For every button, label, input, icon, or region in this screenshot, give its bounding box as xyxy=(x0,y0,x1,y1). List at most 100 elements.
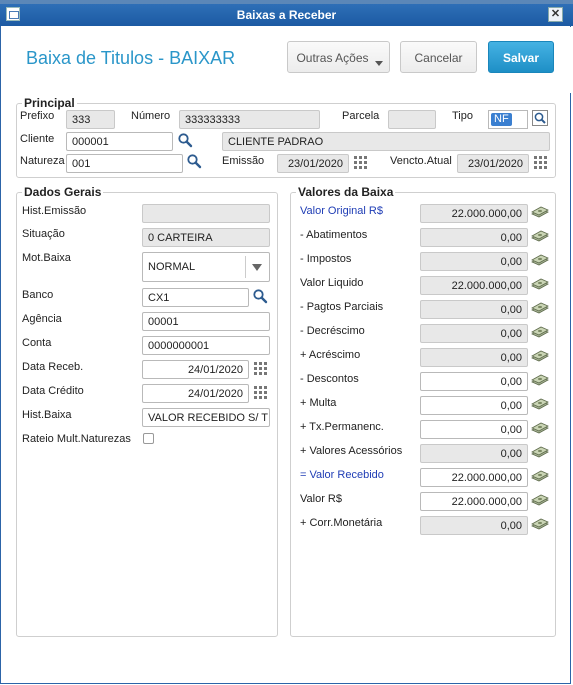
valores-row-label: Valor Liquido xyxy=(300,277,364,289)
valores-row-field[interactable]: 22.000.000,00 xyxy=(420,204,528,223)
valores-row-field[interactable]: 0,00 xyxy=(420,372,528,391)
valores-row-field[interactable]: 0,00 xyxy=(420,348,528,367)
agencia-label: Agência xyxy=(22,313,62,325)
situacao-label: Situação xyxy=(22,228,65,240)
money-icon[interactable] xyxy=(531,206,549,220)
valores-row-label: + Corr.Monetária xyxy=(300,517,383,529)
valores-row-field[interactable]: 0,00 xyxy=(420,444,528,463)
chevron-down-icon xyxy=(375,61,383,66)
rateio-checkbox[interactable] xyxy=(143,433,154,444)
valores-row-field[interactable]: 0,00 xyxy=(420,396,528,415)
valores-baixa-title: Valores da Baixa xyxy=(296,185,396,199)
close-icon[interactable]: ✕ xyxy=(548,7,563,22)
valores-row-label: Valor Original R$ xyxy=(300,205,383,217)
valores-row-label: + Tx.Permanenc. xyxy=(300,421,384,433)
money-icon[interactable] xyxy=(531,302,549,316)
money-icon[interactable] xyxy=(531,422,549,436)
other-actions-button[interactable]: Outras Ações xyxy=(287,41,390,73)
hist-baixa-label: Hist.Baixa xyxy=(22,409,72,421)
window-title-bar: Baixas a Receber ✕ xyxy=(0,4,573,26)
vencto-field[interactable]: 23/01/2020 xyxy=(457,154,529,173)
money-icon[interactable] xyxy=(531,350,549,364)
cancel-button[interactable]: Cancelar xyxy=(400,41,477,73)
tipo-label: Tipo xyxy=(452,110,473,122)
parcela-label: Parcela xyxy=(342,110,380,122)
valores-row-field[interactable]: 22.000.000,00 xyxy=(420,468,528,487)
banco-label: Banco xyxy=(22,289,54,301)
valores-row-label: + Multa xyxy=(300,397,337,409)
hist-baixa-field[interactable]: VALOR RECEBIDO S/ TITULO xyxy=(142,408,270,427)
emissao-label: Emissão xyxy=(222,155,265,167)
data-credito-calendar-icon[interactable] xyxy=(254,386,268,400)
valores-row-label: - Abatimentos xyxy=(300,229,368,241)
emissao-field[interactable]: 23/01/2020 xyxy=(277,154,349,173)
emissao-calendar-icon[interactable] xyxy=(354,156,368,170)
natureza-search-icon[interactable] xyxy=(186,153,202,169)
mot-baixa-select[interactable]: NORMAL xyxy=(142,252,270,282)
data-receb-label: Data Receb. xyxy=(22,361,84,373)
money-icon[interactable] xyxy=(531,494,549,508)
valores-row-field[interactable]: 0,00 xyxy=(420,516,528,535)
valores-row-label: - Decréscimo xyxy=(300,325,365,337)
money-icon[interactable] xyxy=(531,374,549,388)
agencia-field[interactable]: 00001 xyxy=(142,312,270,331)
save-button[interactable]: Salvar xyxy=(488,41,554,73)
window-title: Baixas a Receber xyxy=(236,8,337,22)
select-divider xyxy=(245,256,246,278)
parcela-field[interactable] xyxy=(388,110,436,129)
natureza-label: Natureza xyxy=(20,155,65,167)
situacao-field[interactable]: 0 CARTEIRA xyxy=(142,228,270,247)
principal-group-title: Principal xyxy=(22,96,77,110)
valores-row-label: = Valor Recebido xyxy=(300,469,384,481)
money-icon[interactable] xyxy=(531,470,549,484)
valores-row-label: + Valores Acessórios xyxy=(300,445,403,457)
valores-row-field[interactable]: 0,00 xyxy=(420,324,528,343)
page-title: Baixa de Titulos - BAIXAR xyxy=(26,48,236,68)
cliente-field[interactable]: 000001 xyxy=(66,132,173,151)
money-icon[interactable] xyxy=(531,446,549,460)
conta-field[interactable]: 0000000001 xyxy=(142,336,270,355)
valores-row-field[interactable]: 0,00 xyxy=(420,228,528,247)
tipo-value: NF xyxy=(491,113,512,126)
data-receb-calendar-icon[interactable] xyxy=(254,362,268,376)
money-icon[interactable] xyxy=(531,254,549,268)
numero-label: Número xyxy=(131,110,171,122)
data-credito-label: Data Crédito xyxy=(22,385,84,397)
valores-row-field[interactable]: 22.000.000,00 xyxy=(420,276,528,295)
money-icon[interactable] xyxy=(531,398,549,412)
valores-row-field[interactable]: 0,00 xyxy=(420,300,528,319)
vencto-label: Vencto.Atual xyxy=(390,155,452,167)
numero-field[interactable]: 333333333 xyxy=(179,110,320,129)
conta-label: Conta xyxy=(22,337,52,349)
cliente-nome-field[interactable]: CLIENTE PADRAO xyxy=(222,132,550,151)
data-receb-field[interactable]: 24/01/2020 xyxy=(142,360,249,379)
dados-gerais-title: Dados Gerais xyxy=(22,185,104,199)
valores-row-field[interactable]: 0,00 xyxy=(420,420,528,439)
money-icon[interactable] xyxy=(531,278,549,292)
money-icon[interactable] xyxy=(531,518,549,532)
mot-baixa-value: NORMAL xyxy=(148,261,196,273)
tipo-lookup-icon[interactable] xyxy=(532,110,548,126)
valores-row-label: + Acréscimo xyxy=(300,349,361,361)
valores-row-field[interactable]: 22.000.000,00 xyxy=(420,492,528,511)
tipo-field[interactable]: NF xyxy=(488,110,528,129)
vencto-calendar-icon[interactable] xyxy=(534,156,548,170)
banco-field[interactable]: CX1 xyxy=(142,288,249,307)
other-actions-label: Outras Ações xyxy=(296,51,369,65)
rateio-label: Rateio Mult.Naturezas xyxy=(22,433,131,445)
prefixo-field[interactable]: 333 xyxy=(66,110,115,129)
natureza-field[interactable]: 001 xyxy=(66,154,183,173)
cliente-search-icon[interactable] xyxy=(177,132,193,148)
money-icon[interactable] xyxy=(531,326,549,340)
hist-emissao-field[interactable] xyxy=(142,204,270,223)
money-icon[interactable] xyxy=(531,230,549,244)
valores-row-label: - Descontos xyxy=(300,373,359,385)
cliente-label: Cliente xyxy=(20,133,55,145)
valores-row-label: Valor R$ xyxy=(300,493,342,505)
mot-baixa-label: Mot.Baixa xyxy=(22,252,71,264)
hist-emissao-label: Hist.Emissão xyxy=(22,205,87,217)
valores-row-field[interactable]: 0,00 xyxy=(420,252,528,271)
data-credito-field[interactable]: 24/01/2020 xyxy=(142,384,249,403)
banco-search-icon[interactable] xyxy=(252,288,268,304)
chevron-down-icon xyxy=(252,264,262,271)
